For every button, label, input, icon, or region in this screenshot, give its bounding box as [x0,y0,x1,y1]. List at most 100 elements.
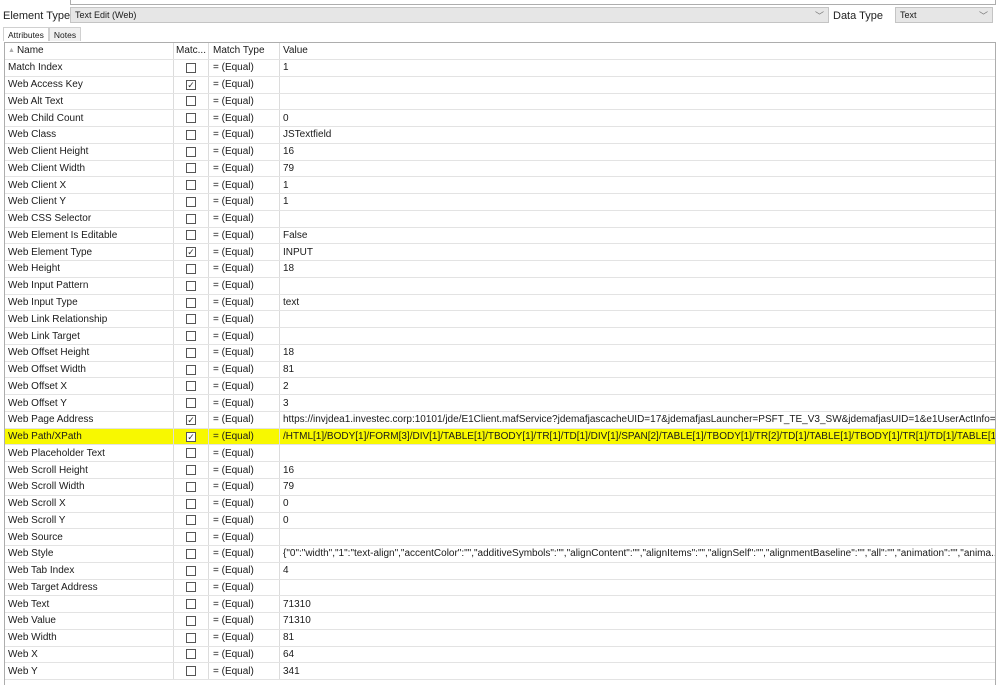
attribute-value[interactable]: INPUT [280,244,995,260]
attribute-value[interactable]: text [280,295,995,311]
match-type[interactable]: = (Equal) [209,629,280,646]
match-checkbox[interactable] [186,548,196,559]
table-row[interactable]: Web Access Key ✓ = (Equal) [5,76,995,94]
match-type[interactable]: = (Equal) [209,562,280,579]
attribute-value[interactable]: 81 [280,630,995,646]
data-type-dropdown[interactable]: Text ﹀ [895,7,993,23]
match-checkbox[interactable]: ✓ [186,247,196,258]
match-checkbox[interactable] [186,314,196,325]
match-checkbox[interactable] [186,381,196,392]
match-checkbox[interactable] [186,146,196,157]
match-type[interactable]: = (Equal) [209,76,280,93]
tab-attributes[interactable]: Attributes [3,27,49,41]
match-checkbox[interactable] [186,515,196,526]
attribute-value[interactable] [280,94,995,110]
table-row[interactable]: Web Scroll X = (Equal) 0 [5,495,995,513]
match-checkbox[interactable] [186,582,196,593]
attribute-value[interactable]: 16 [280,462,995,478]
table-row[interactable]: Web Placeholder Text = (Equal) [5,445,995,463]
table-row[interactable]: Web Input Type = (Equal) text [5,294,995,312]
tab-notes[interactable]: Notes [48,27,82,41]
attribute-value[interactable] [280,211,995,227]
table-row[interactable]: Web Path/XPath ✓ = (Equal) /HTML[1]/BODY… [5,428,995,446]
match-checkbox[interactable] [186,398,196,409]
attribute-value[interactable]: 3 [280,395,995,411]
attribute-value[interactable] [280,445,995,461]
match-type[interactable]: = (Equal) [209,143,280,160]
match-type[interactable]: = (Equal) [209,529,280,546]
match-type[interactable]: = (Equal) [209,663,280,680]
attribute-value[interactable]: /HTML[1]/BODY[1]/FORM[3]/DIV[1]/TABLE[1]… [280,429,995,445]
table-row[interactable]: Web Width = (Equal) 81 [5,629,995,647]
match-type[interactable]: = (Equal) [209,110,280,127]
attribute-value[interactable]: JSTextfield [280,127,995,143]
match-checkbox[interactable] [186,196,196,207]
attribute-value[interactable]: 79 [280,479,995,495]
table-row[interactable]: Web Page Address ✓ = (Equal) https://inv… [5,411,995,429]
table-row[interactable]: Web Target Address = (Equal) [5,579,995,597]
match-type[interactable]: = (Equal) [209,495,280,512]
match-checkbox[interactable] [186,481,196,492]
attribute-value[interactable]: 18 [280,261,995,277]
match-checkbox[interactable] [186,230,196,241]
table-row[interactable]: Web Element Type ✓ = (Equal) INPUT [5,244,995,262]
match-checkbox[interactable] [186,615,196,626]
match-type[interactable]: = (Equal) [209,244,280,261]
match-type[interactable]: = (Equal) [209,227,280,244]
match-checkbox[interactable] [186,280,196,291]
attribute-value[interactable] [280,77,995,93]
table-row[interactable]: Web CSS Selector = (Equal) [5,210,995,228]
attribute-value[interactable] [280,328,995,344]
match-checkbox[interactable] [186,297,196,308]
attribute-value[interactable]: 64 [280,647,995,663]
table-row[interactable]: Web Alt Text = (Equal) [5,93,995,111]
attribute-value[interactable]: {"0":"width","1":"text-align","accentCol… [280,546,995,562]
match-checkbox[interactable] [186,498,196,509]
match-checkbox[interactable] [186,666,196,677]
match-type[interactable]: = (Equal) [209,378,280,395]
table-row[interactable]: Web Tab Index = (Equal) 4 [5,562,995,580]
match-checkbox[interactable] [186,532,196,543]
match-type[interactable]: = (Equal) [209,93,280,110]
table-row[interactable]: Web Height = (Equal) 18 [5,261,995,278]
attribute-value[interactable]: 81 [280,362,995,378]
match-type[interactable]: = (Equal) [209,344,280,361]
table-row[interactable]: Web X = (Equal) 64 [5,646,995,664]
attribute-value[interactable]: 0 [280,496,995,512]
description-field[interactable] [70,0,996,5]
match-checkbox[interactable] [186,465,196,476]
attribute-value[interactable]: 71310 [280,613,995,629]
match-type[interactable]: = (Equal) [209,579,280,596]
match-type[interactable]: = (Equal) [209,210,280,227]
column-header-value[interactable]: Value [280,43,995,59]
attribute-value[interactable] [280,278,995,294]
match-type[interactable]: = (Equal) [209,613,280,629]
table-row[interactable]: Web Client X = (Equal) 1 [5,177,995,195]
element-type-dropdown[interactable]: Text Edit (Web) ﹀ [70,7,829,23]
match-checkbox[interactable]: ✓ [186,431,196,442]
table-row[interactable]: Web Y = (Equal) 341 [5,663,995,681]
attribute-value[interactable]: 16 [280,144,995,160]
match-checkbox[interactable] [186,331,196,342]
attribute-value[interactable]: 71310 [280,596,995,612]
table-row[interactable]: Match Index = (Equal) 1 [5,60,995,77]
match-checkbox[interactable] [186,649,196,660]
match-checkbox[interactable] [186,96,196,107]
attribute-value[interactable]: https://invjdea1.investec.corp:10101/jde… [280,412,995,428]
table-row[interactable]: Web Element Is Editable = (Equal) False [5,227,995,245]
match-type[interactable]: = (Equal) [209,479,280,495]
match-type[interactable]: = (Equal) [209,177,280,194]
table-row[interactable]: Web Class = (Equal) JSTextfield [5,127,995,144]
match-checkbox[interactable] [186,632,196,643]
attribute-value[interactable]: 4 [280,563,995,579]
table-row[interactable]: Web Offset Width = (Equal) 81 [5,361,995,379]
match-type[interactable]: = (Equal) [209,294,280,311]
table-row[interactable]: Web Link Relationship = (Equal) [5,311,995,329]
match-checkbox[interactable] [186,364,196,375]
match-type[interactable]: = (Equal) [209,411,280,428]
table-row[interactable]: Web Link Target = (Equal) [5,328,995,345]
match-checkbox[interactable] [186,448,196,459]
table-row[interactable]: Web Scroll Width = (Equal) 79 [5,479,995,496]
match-checkbox[interactable] [186,347,196,358]
attribute-value[interactable]: False [280,228,995,244]
